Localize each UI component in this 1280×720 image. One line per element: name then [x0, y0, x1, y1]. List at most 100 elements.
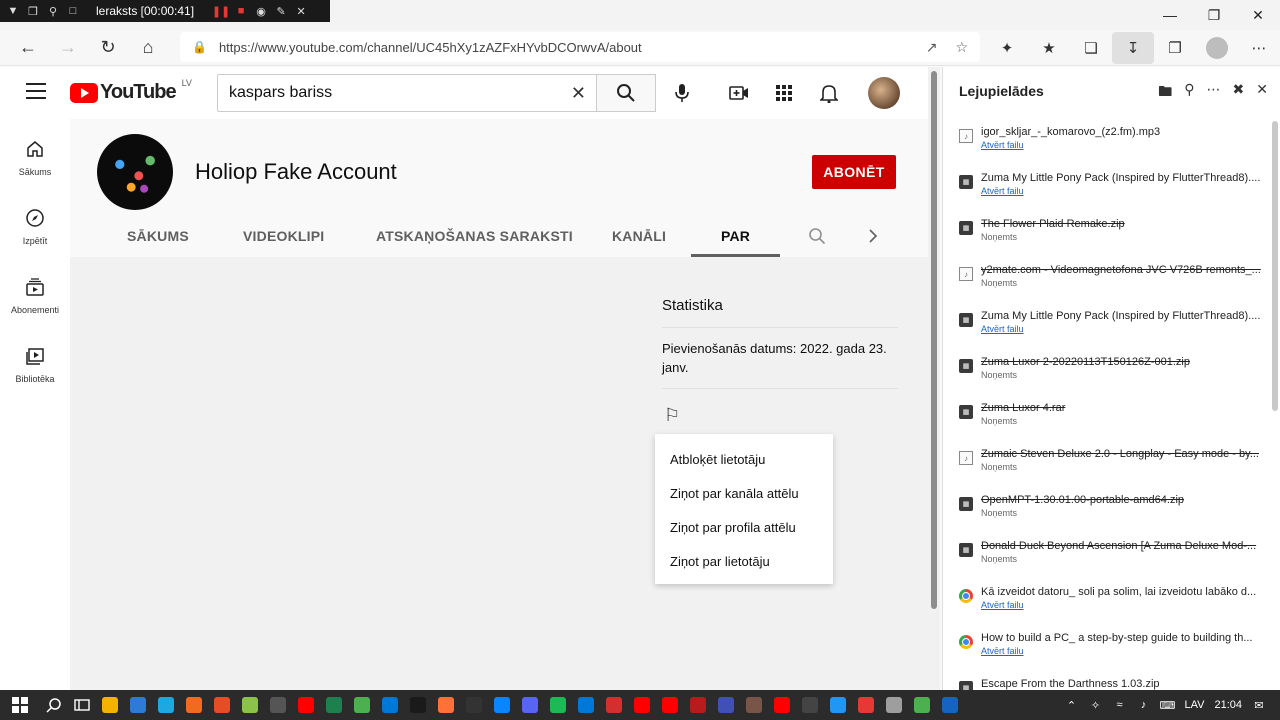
- open-file-link[interactable]: Atvērt failu: [981, 323, 1269, 336]
- download-item[interactable]: Kā izveidot datoru_ soli pa solim, lai i…: [943, 581, 1269, 627]
- taskbar-app-icon[interactable]: [432, 690, 460, 720]
- download-item[interactable]: ▦ Zuma Luxor 2-20220113T150126Z-001.zip No…: [943, 351, 1269, 397]
- taskbar-app-icon[interactable]: [96, 690, 124, 720]
- stop-icon[interactable]: ■: [234, 4, 248, 18]
- taskbar-app-icon[interactable]: [544, 690, 572, 720]
- tab-channels[interactable]: KANĀLI: [612, 214, 666, 257]
- menu-item-report-user[interactable]: Ziņot par lietotāju: [655, 544, 833, 578]
- taskbar-app-icon[interactable]: [180, 690, 208, 720]
- downloads-icon[interactable]: ↧: [1112, 32, 1154, 64]
- taskbar-app-icon[interactable]: [740, 690, 768, 720]
- taskbar-app-icon[interactable]: [376, 690, 404, 720]
- taskbar-app-icon[interactable]: [768, 690, 796, 720]
- frame-icon[interactable]: □: [66, 4, 80, 18]
- youtube-logo[interactable]: YouTube LV: [70, 78, 192, 104]
- download-item[interactable]: ♪ Zumaic Steven Deluxe 2.0 - Longplay - E…: [943, 443, 1269, 489]
- menu-item-report-profile-picture[interactable]: Ziņot par profila attēlu: [655, 510, 833, 544]
- search-icon[interactable]: ⚲: [1184, 81, 1194, 105]
- scrollbar-thumb[interactable]: [931, 71, 937, 609]
- guide-item-library[interactable]: Bibliotēka: [0, 334, 70, 394]
- taskbar-app-icon[interactable]: [656, 690, 684, 720]
- profile-button[interactable]: [1196, 32, 1238, 64]
- guide-item-subscriptions[interactable]: Abonementi: [0, 265, 70, 325]
- search-icon[interactable]: ⚲: [46, 4, 60, 18]
- pin-icon[interactable]: ✖: [1233, 81, 1245, 105]
- menu-icon[interactable]: [26, 83, 46, 99]
- tab-videos[interactable]: VIDEOKLIPI: [243, 214, 324, 257]
- guide-item-home[interactable]: Sākums: [0, 127, 70, 187]
- refresh-icon[interactable]: ↻: [88, 32, 128, 64]
- download-item[interactable]: ▦ Donald Duck Beyond Ascension [A Zuma De…: [943, 535, 1269, 581]
- guide-item-explore[interactable]: Izpētīt: [0, 196, 70, 256]
- taskbar-app-icon[interactable]: [152, 690, 180, 720]
- taskbar-app-icon[interactable]: [460, 690, 488, 720]
- tab-about[interactable]: PAR: [690, 214, 781, 257]
- close-icon[interactable]: ✕: [294, 4, 308, 18]
- chevron-up-icon[interactable]: ⌃: [1064, 698, 1078, 712]
- search-button[interactable]: [596, 74, 656, 112]
- taskbar-app-icon[interactable]: [320, 690, 348, 720]
- create-video-icon[interactable]: [725, 79, 753, 107]
- forward-icon[interactable]: →: [48, 32, 88, 64]
- back-icon[interactable]: ←: [8, 32, 48, 64]
- open-file-link[interactable]: Atvērt failu: [981, 185, 1269, 198]
- download-item[interactable]: How to build a PC_ a step-by-step guide …: [943, 627, 1269, 673]
- taskbar-app-icon[interactable]: [684, 690, 712, 720]
- menu-item-report-channel-art[interactable]: Ziņot par kanāla attēlu: [655, 476, 833, 510]
- search-icon[interactable]: [40, 690, 68, 720]
- chevron-down-icon[interactable]: ▼: [6, 4, 20, 18]
- taskbar-app-icon[interactable]: [236, 690, 264, 720]
- download-item[interactable]: ▦ OpenMPT-1.30.01.00-portable-amd64.zip No…: [943, 489, 1269, 535]
- taskbar-app-icon[interactable]: [572, 690, 600, 720]
- page-scrollbar[interactable]: [928, 67, 940, 690]
- collections-icon[interactable]: ❏: [1070, 32, 1112, 64]
- more-icon[interactable]: ⋯: [1238, 32, 1280, 64]
- download-item[interactable]: ▦ Zuma My Little Pony Pack (Inspired by F…: [943, 305, 1269, 351]
- taskbar-app-icon[interactable]: [516, 690, 544, 720]
- window-icon[interactable]: ❐: [26, 4, 40, 18]
- more-icon[interactable]: ⋯: [1207, 81, 1221, 105]
- taskbar-app-icon[interactable]: [488, 690, 516, 720]
- clock[interactable]: 21:04: [1214, 699, 1242, 711]
- camera-icon[interactable]: ◉: [254, 4, 268, 18]
- taskbar-app-icon[interactable]: [880, 690, 908, 720]
- download-item[interactable]: ▦ Zuma Luxor 4.rar Noņemts: [943, 397, 1269, 443]
- favorites-icon[interactable]: ★: [1028, 32, 1070, 64]
- voice-search-button[interactable]: [668, 79, 696, 107]
- download-item[interactable]: ▦ The Flower Plaid Remake.zip Noņemts: [943, 213, 1269, 259]
- restore-icon[interactable]: ❐: [1192, 0, 1236, 30]
- clear-search-icon[interactable]: ✕: [571, 83, 586, 104]
- close-icon[interactable]: ✕: [1256, 81, 1268, 105]
- bluetooth-icon[interactable]: ✧: [1088, 698, 1102, 712]
- pen-icon[interactable]: ✎: [274, 4, 288, 18]
- pause-icon[interactable]: ❚❚: [212, 4, 230, 18]
- taskbar-app-icon[interactable]: [908, 690, 936, 720]
- open-file-link[interactable]: Atvērt failu: [981, 599, 1269, 612]
- tab-home[interactable]: SĀKUMS: [127, 214, 189, 257]
- windows-start-icon[interactable]: [0, 697, 40, 713]
- keyboard-icon[interactable]: ⌨: [1160, 698, 1176, 712]
- taskbar-app-icon[interactable]: [796, 690, 824, 720]
- taskbar-app-icon[interactable]: [124, 690, 152, 720]
- volume-icon[interactable]: ♪: [1136, 698, 1150, 712]
- taskbar-app-icon[interactable]: [936, 690, 964, 720]
- taskbar-app-icon[interactable]: [600, 690, 628, 720]
- taskbar-app-icon[interactable]: [852, 690, 880, 720]
- open-file-link[interactable]: Atvērt failu: [981, 139, 1269, 152]
- address-bar[interactable]: 🔒 https://www.youtube.com/channel/UC45hX…: [180, 32, 980, 62]
- apps-grid-icon[interactable]: [770, 79, 798, 107]
- minimize-icon[interactable]: —: [1148, 0, 1192, 30]
- taskbar-app-icon[interactable]: [292, 690, 320, 720]
- notifications-bell-icon[interactable]: [815, 79, 843, 107]
- channel-search-icon[interactable]: [808, 214, 826, 257]
- open-app-icon[interactable]: ↗: [926, 39, 938, 56]
- chevron-right-icon[interactable]: [868, 214, 878, 257]
- wifi-icon[interactable]: ≈: [1112, 698, 1126, 712]
- subscribe-button[interactable]: ABONĒT: [812, 155, 896, 189]
- taskbar-app-icon[interactable]: [348, 690, 376, 720]
- close-icon[interactable]: ✕: [1236, 0, 1280, 30]
- taskbar-app-icon[interactable]: [264, 690, 292, 720]
- taskbar-app-icon[interactable]: [824, 690, 852, 720]
- account-avatar[interactable]: [868, 77, 900, 109]
- open-file-link[interactable]: Atvērt failu: [981, 645, 1269, 658]
